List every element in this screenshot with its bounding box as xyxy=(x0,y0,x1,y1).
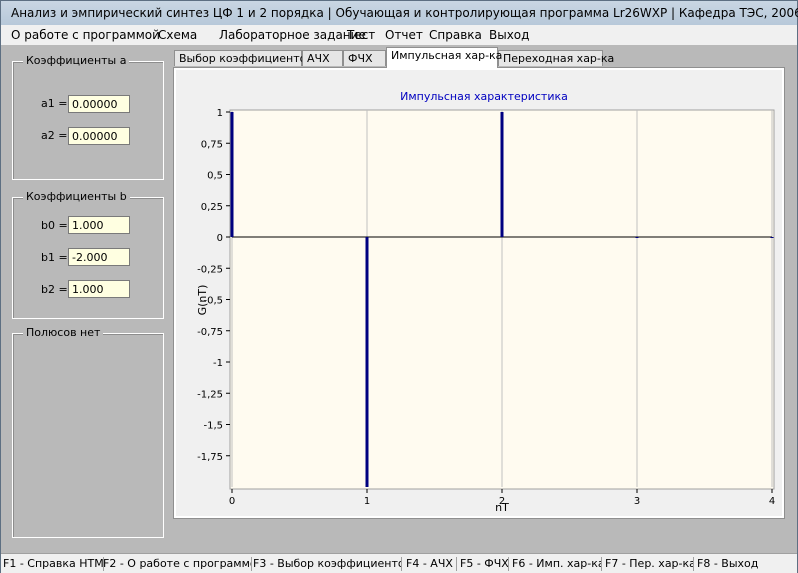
y-tick-label: 0,5 xyxy=(207,171,223,182)
y-tick-label: 0,25 xyxy=(201,202,223,213)
status-f6-impulse[interactable]: F6 - Имп. хар-ка xyxy=(512,557,602,571)
y-tick-label: 1 xyxy=(217,108,223,119)
menu-help[interactable]: Справка xyxy=(429,28,482,42)
x-tick-label: 3 xyxy=(634,496,640,507)
x-tick-label: 0 xyxy=(229,496,235,507)
title-bar[interactable]: Анализ и эмпирический синтез ЦФ 1 и 2 по… xyxy=(1,1,798,25)
b1-label: b1 = xyxy=(41,251,68,264)
tab-step-response[interactable]: Переходная хар-ка xyxy=(498,50,614,66)
status-f8-exit[interactable]: F8 - Выход xyxy=(697,557,759,571)
tab-phase-response[interactable]: ФЧХ xyxy=(343,50,386,66)
tab-impulse-response[interactable]: Импульсная хар-ка xyxy=(386,47,502,68)
coefficients-b-title: Коэффициенты b xyxy=(23,190,130,203)
y-tick-label: -1,25 xyxy=(197,389,223,400)
status-f5-phase[interactable]: F5 - ФЧХ xyxy=(460,557,509,571)
y-tick-label: -0,25 xyxy=(197,264,223,275)
impulse-response-chart: 0 1 2 3 410,750,50,250-0,25-0,5-0,75-1-1,25-… xyxy=(196,90,775,514)
impulse-bar xyxy=(635,237,639,238)
y-axis-label: G(nT) xyxy=(196,285,209,316)
a2-label: a2 = xyxy=(41,129,68,142)
status-f4-amplitude[interactable]: F4 - АЧХ xyxy=(406,557,457,571)
menu-bar: О работе с программой Схема Лабораторное… xyxy=(1,26,797,45)
main-window: Анализ и эмпирический синтез ЦФ 1 и 2 по… xyxy=(0,0,798,573)
a2-input[interactable] xyxy=(68,127,130,145)
menu-exit[interactable]: Выход xyxy=(489,28,529,42)
y-tick-label: 0,75 xyxy=(201,139,223,150)
impulse-bar xyxy=(230,112,234,237)
menu-report[interactable]: Отчет xyxy=(385,28,423,42)
window-title: Анализ и эмпирический синтез ЦФ 1 и 2 по… xyxy=(11,6,798,20)
y-tick-label: -1,5 xyxy=(203,421,223,432)
tab-amplitude-response[interactable]: АЧХ xyxy=(302,50,343,66)
impulse-bar xyxy=(365,237,369,487)
status-f7-step[interactable]: F7 - Пер. хар-ка xyxy=(605,557,694,571)
menu-about[interactable]: О работе с программой xyxy=(11,28,160,42)
coefficients-b-group: Коэффициенты b b0 = b1 = b2 = xyxy=(12,190,164,319)
chart-title: Импульсная характеристика xyxy=(400,90,568,103)
y-tick-label: -1 xyxy=(213,358,223,369)
tab-panel-impulse: 0 1 2 3 4 1 0,75 0,5 0,25 0 -0,25 -0,5 -0,75 -1 -1,25-… xyxy=(173,67,785,519)
status-f3-coefficients[interactable]: F3 - Выбор коэффициентов xyxy=(253,557,402,571)
coefficients-a-title: Коэффициенты a xyxy=(23,54,130,67)
chart-frame: 0 1 2 3 4 1 0,75 0,5 0,25 0 -0,25 -0,5 -0,75 -1 -1,25-… xyxy=(176,70,782,516)
status-f2-about[interactable]: F2 - О работе с программой xyxy=(103,557,252,571)
x-tick-label: 4 xyxy=(769,496,775,507)
menu-scheme[interactable]: Схема xyxy=(158,28,197,42)
a1-label: a1 = xyxy=(41,97,68,110)
status-f1-help[interactable]: F1 - Справка HTML xyxy=(3,557,104,571)
impulse-bar xyxy=(500,112,504,237)
menu-lab-task[interactable]: Лабораторное задание xyxy=(219,28,366,42)
coefficients-a-group: Коэффициенты a a1 = a2 = xyxy=(12,54,164,180)
poles-title: Полюсов нет xyxy=(23,326,104,339)
b0-label: b0 = xyxy=(41,219,68,232)
b2-input[interactable] xyxy=(68,280,130,298)
b1-input[interactable] xyxy=(68,248,130,266)
b0-input[interactable] xyxy=(68,216,130,234)
x-axis-label: nT xyxy=(495,501,509,514)
y-tick-label: -1,75 xyxy=(197,452,223,463)
status-bar: F1 - Справка HTML F2 - О работе с програ… xyxy=(1,553,797,573)
poles-group: Полюсов нет xyxy=(12,326,164,538)
y-tick-label: -0,75 xyxy=(197,327,223,338)
y-tick-label: 0 xyxy=(217,233,223,244)
menu-test[interactable]: Тест xyxy=(347,28,375,42)
tab-coefficients[interactable]: Выбор коэффициентов xyxy=(174,50,313,66)
b2-label: b2 = xyxy=(41,283,68,296)
impulse-bar xyxy=(770,237,774,238)
a1-input[interactable] xyxy=(68,95,130,113)
x-tick-label: 1 xyxy=(364,496,370,507)
